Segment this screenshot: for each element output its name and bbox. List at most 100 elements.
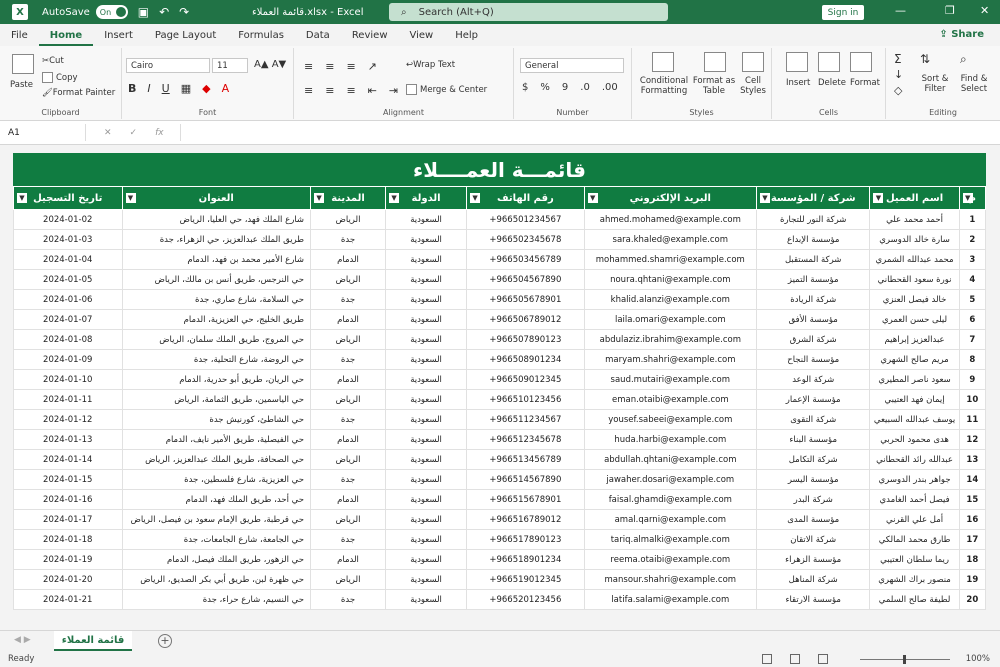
merge-center-button[interactable]: Merge & Center [406, 84, 487, 95]
format-painter-button[interactable]: 🖌 Format Painter [42, 88, 115, 98]
table-cell[interactable]: 16 [958, 509, 987, 530]
table-cell[interactable]: السعودية [385, 349, 468, 370]
table-cell[interactable]: 2024-01-03 [13, 229, 123, 250]
table-cell[interactable]: سعود ناصر المطيري [869, 369, 960, 390]
tab-file[interactable]: File [0, 30, 39, 46]
sign-in-button[interactable]: Sign in [822, 5, 864, 20]
table-cell[interactable]: يوسف عبدالله السبيعي [869, 409, 960, 430]
table-cell[interactable]: 11 [958, 409, 987, 430]
table-cell[interactable]: +966518901234 [466, 549, 585, 570]
table-cell[interactable]: الدمام [310, 489, 387, 510]
table-cell[interactable]: saud.mutairi@example.com [583, 369, 757, 390]
table-cell[interactable]: 2024-01-12 [13, 409, 123, 430]
table-cell[interactable]: السعودية [385, 229, 468, 250]
font-name-select[interactable]: Cairo [126, 58, 210, 73]
table-cell[interactable]: +966512345678 [466, 429, 585, 450]
filter-dropdown-icon[interactable]: ▼ [17, 193, 27, 203]
table-cell[interactable]: 2024-01-20 [13, 569, 123, 590]
table-cell[interactable]: السعودية [385, 409, 468, 430]
table-cell[interactable]: +966509012345 [466, 369, 585, 390]
table-cell[interactable]: الدمام [310, 549, 387, 570]
font-size-select[interactable]: 11 [212, 58, 248, 73]
table-cell[interactable]: 1 [958, 209, 987, 230]
table-cell[interactable]: ريما سلطان العتيبي [869, 549, 960, 570]
fill-icon[interactable]: ↓ [894, 68, 903, 81]
cancel-icon[interactable]: ✕ [104, 128, 112, 138]
tab-page-layout[interactable]: Page Layout [144, 30, 227, 46]
filter-dropdown-icon[interactable]: ▼ [314, 193, 325, 203]
table-cell[interactable]: 14 [958, 469, 987, 490]
wrap-text-button[interactable]: ↩ Wrap Text [406, 60, 455, 70]
table-cell[interactable]: مؤسسة الارتقاء [755, 589, 871, 610]
tab-insert[interactable]: Insert [93, 30, 144, 46]
table-cell[interactable]: mohammed.shamri@example.com [583, 249, 757, 270]
font-color-icon[interactable]: A [222, 82, 230, 95]
table-cell[interactable]: abdulaziz.ibrahim@example.com [583, 329, 757, 350]
table-cell[interactable]: 20 [958, 589, 987, 610]
table-cell[interactable]: 4 [958, 269, 987, 290]
table-cell[interactable]: شركة الوعد [755, 369, 871, 390]
filter-dropdown-icon[interactable]: ▼ [873, 193, 884, 203]
table-cell[interactable]: +966513456789 [466, 449, 585, 470]
table-cell[interactable]: 2024-01-06 [13, 289, 123, 310]
table-cell[interactable]: جدة [310, 589, 387, 610]
table-cell[interactable]: +966510123456 [466, 389, 585, 410]
table-cell[interactable]: شارع الملك فهد، حي العليا، الرياض [121, 209, 312, 230]
table-cell[interactable]: laila.omari@example.com [583, 309, 757, 330]
table-cell[interactable]: نورة سعود القحطاني [869, 269, 960, 290]
sheet-tab-customers[interactable]: قائمة العملاء [54, 631, 132, 651]
table-cell[interactable]: سارة خالد الدوسري [869, 229, 960, 250]
table-cell[interactable]: أمل علي القرني [869, 509, 960, 530]
table-cell[interactable]: 2024-01-14 [13, 449, 123, 470]
tab-review[interactable]: Review [341, 30, 399, 46]
table-cell[interactable]: مريم صالح الشهري [869, 349, 960, 370]
table-cell[interactable]: +966511234567 [466, 409, 585, 430]
table-cell[interactable]: 2024-01-18 [13, 529, 123, 550]
minimize-icon[interactable]: — [895, 4, 906, 17]
table-cell[interactable]: خالد فيصل العنزي [869, 289, 960, 310]
table-cell[interactable]: حي الروضة، شارع التحلية، جدة [121, 349, 312, 370]
table-cell[interactable]: +966516789012 [466, 509, 585, 530]
table-cell[interactable]: 2024-01-10 [13, 369, 123, 390]
add-sheet-icon[interactable]: + [158, 634, 172, 648]
table-cell[interactable]: tariq.almalki@example.com [583, 529, 757, 550]
sort-filter-button[interactable]: Sort & Filter [918, 74, 952, 94]
table-cell[interactable]: maryam.shahri@example.com [583, 349, 757, 370]
bold-icon[interactable]: B [128, 82, 136, 95]
table-cell[interactable]: حي السلامة، شارع صاري، جدة [121, 289, 312, 310]
table-cell[interactable]: السعودية [385, 589, 468, 610]
table-cell[interactable]: 10 [958, 389, 987, 410]
table-cell[interactable]: 3 [958, 249, 987, 270]
column-header-0[interactable]: م▼ [958, 186, 987, 210]
tab-formulas[interactable]: Formulas [227, 30, 295, 46]
percent-icon[interactable]: % [540, 82, 550, 93]
table-cell[interactable]: السعودية [385, 429, 468, 450]
table-cell[interactable]: حي ظهرة لبن، طريق أبي بكر الصديق، الرياض [121, 569, 312, 590]
column-header-5[interactable]: الدولة ▼ [385, 186, 468, 210]
zoom-slider[interactable] [860, 655, 950, 664]
table-cell[interactable]: السعودية [385, 569, 468, 590]
tab-help[interactable]: Help [444, 30, 489, 46]
table-cell[interactable]: الرياض [310, 269, 387, 290]
table-cell[interactable]: 5 [958, 289, 987, 310]
table-cell[interactable]: +966515678901 [466, 489, 585, 510]
table-cell[interactable]: jawaher.dosari@example.com [583, 469, 757, 490]
table-cell[interactable]: faisal.ghamdi@example.com [583, 489, 757, 510]
function-icon[interactable]: fx [155, 128, 164, 138]
table-cell[interactable]: 6 [958, 309, 987, 330]
table-cell[interactable]: +966507890123 [466, 329, 585, 350]
table-cell[interactable]: 9 [958, 369, 987, 390]
table-cell[interactable]: +966502345678 [466, 229, 585, 250]
table-cell[interactable]: محمد عبدالله الشمري [869, 249, 960, 270]
table-cell[interactable]: شركة الاتقان [755, 529, 871, 550]
table-cell[interactable]: حي قرطبة، طريق الإمام سعود بن فيصل، الري… [121, 509, 312, 530]
align-center-icon[interactable]: ≡ [325, 84, 334, 97]
table-cell[interactable]: noura.qhtani@example.com [583, 269, 757, 290]
table-cell[interactable]: 15 [958, 489, 987, 510]
table-cell[interactable]: حي الزهور، طريق الملك فيصل، الدمام [121, 549, 312, 570]
insert-cells-button[interactable]: Insert [786, 78, 810, 88]
table-cell[interactable]: إيمان فهد العتيبي [869, 389, 960, 410]
close-icon[interactable]: ✕ [980, 4, 989, 17]
table-cell[interactable]: yousef.sabeei@example.com [583, 409, 757, 430]
table-cell[interactable]: +966503456789 [466, 249, 585, 270]
